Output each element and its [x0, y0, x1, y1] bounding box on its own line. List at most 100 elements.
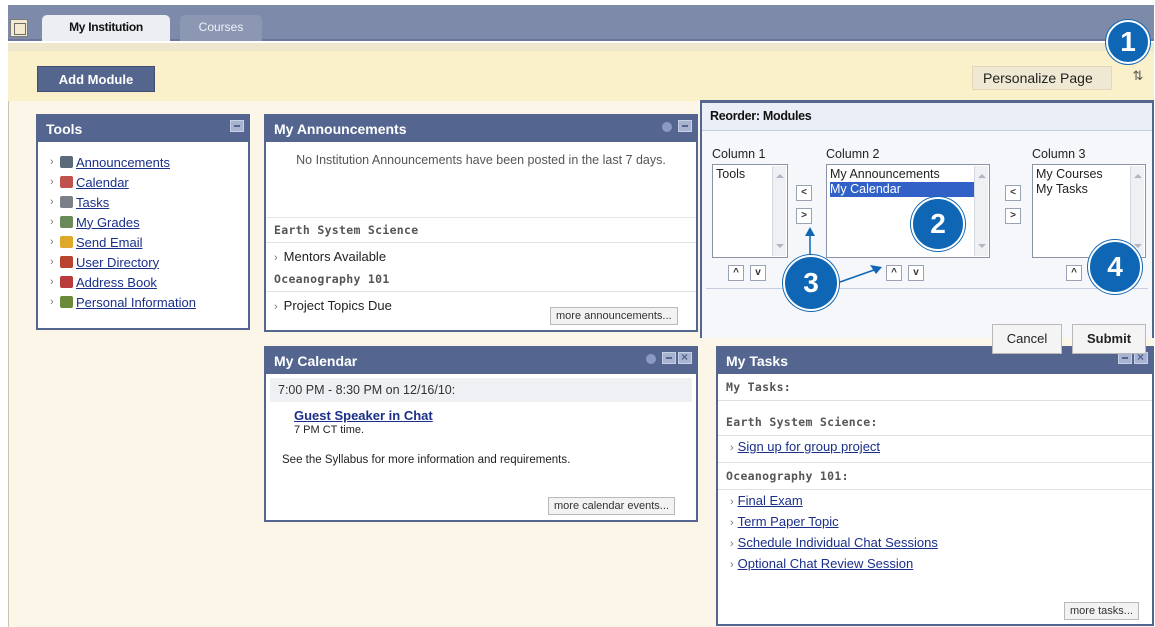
task-item[interactable]: › Term Paper Topic: [718, 511, 1152, 532]
page-top-strip: [8, 43, 1154, 51]
top-tab-bar: My Institution Courses: [8, 5, 1154, 41]
chevron-right-icon: ›: [730, 538, 734, 550]
module-title: My Tasks: [726, 353, 788, 369]
no-announcements-text: No Institution Announcements have been p…: [266, 142, 696, 218]
move-right-button[interactable]: >: [1005, 208, 1021, 224]
tools-item-link[interactable]: Send Email: [76, 235, 142, 250]
chevron-right-icon: ›: [274, 301, 278, 313]
column-2-label: Column 2: [826, 147, 880, 161]
scrollbar[interactable]: [974, 166, 988, 256]
move-left-button[interactable]: <: [1005, 185, 1021, 201]
announcement-item-label: Mentors Available: [283, 249, 387, 264]
scrollbar[interactable]: [1130, 166, 1144, 256]
announcement-item[interactable]: › Mentors Available: [266, 243, 696, 267]
move-up-button[interactable]: ^: [1066, 265, 1082, 281]
more-announcements-button[interactable]: more announcements...: [550, 307, 678, 325]
tools-item-link[interactable]: Announcements: [76, 155, 170, 170]
tools-item[interactable]: › My Grades: [50, 212, 248, 232]
chevron-right-icon: ›: [730, 496, 734, 508]
minimize-icon[interactable]: [662, 352, 676, 364]
move-left-button[interactable]: <: [796, 185, 812, 201]
column-3-item[interactable]: My Tasks: [1036, 182, 1142, 197]
course-heading: Earth System Science: [266, 218, 696, 243]
task-item[interactable]: › Final Exam: [718, 490, 1152, 511]
tab-courses[interactable]: Courses: [180, 15, 262, 41]
gear-icon[interactable]: [662, 122, 672, 132]
chevron-right-icon: ›: [50, 276, 54, 288]
move-up-button[interactable]: ^: [728, 265, 744, 281]
tools-item-link[interactable]: Tasks: [76, 195, 109, 210]
column-1-list[interactable]: Tools: [712, 164, 788, 258]
chevron-right-icon: ›: [50, 216, 54, 228]
tools-item[interactable]: › Send Email: [50, 232, 248, 252]
tools-item[interactable]: › Announcements: [50, 152, 248, 172]
my-calendar-module: My Calendar 7:00 PM - 8:30 PM on 12/16/1…: [264, 346, 698, 522]
more-tasks-button[interactable]: more tasks...: [1064, 602, 1139, 620]
event-date: 7:00 PM - 8:30 PM on 12/16/10:: [270, 378, 692, 402]
minimize-icon[interactable]: [230, 120, 244, 132]
column-2-list[interactable]: My Announcements My Calendar: [826, 164, 990, 258]
tools-item[interactable]: › Personal Information: [50, 292, 248, 312]
event-title-link[interactable]: Guest Speaker in Chat: [266, 402, 696, 423]
cancel-button[interactable]: Cancel: [992, 324, 1062, 354]
chevron-right-icon: ›: [274, 252, 278, 264]
callout-number-3: 3: [783, 255, 839, 311]
reorder-modules-icon[interactable]: ⇅: [1128, 68, 1148, 88]
calendar-icon: [60, 176, 73, 188]
chevron-right-icon: ›: [50, 176, 54, 188]
move-up-button[interactable]: ^: [886, 265, 902, 281]
chevron-right-icon: ›: [50, 236, 54, 248]
my-announcements-module: My Announcements No Institution Announce…: [264, 114, 698, 332]
task-link[interactable]: Final Exam: [738, 493, 803, 508]
task-item[interactable]: › Optional Chat Review Session: [718, 553, 1152, 574]
personalize-page-button[interactable]: Personalize Page: [972, 66, 1112, 90]
module-title: My Announcements: [274, 121, 407, 137]
task-link[interactable]: Term Paper Topic: [738, 514, 839, 529]
task-item[interactable]: › Schedule Individual Chat Sessions: [718, 532, 1152, 553]
tools-item-link[interactable]: User Directory: [76, 255, 159, 270]
tools-item[interactable]: › Tasks: [50, 192, 248, 212]
column-1-label: Column 1: [712, 147, 766, 161]
course-heading: Oceanography 101:: [718, 463, 1152, 490]
divider: [706, 288, 1148, 289]
more-calendar-events-button[interactable]: more calendar events...: [548, 497, 675, 515]
move-down-button[interactable]: v: [750, 265, 766, 281]
page-layout-icon[interactable]: [10, 19, 28, 37]
column-3-item[interactable]: My Courses: [1036, 167, 1142, 182]
column-2-item-selected[interactable]: My Calendar: [830, 182, 986, 197]
tools-list: › Announcements › Calendar › Tasks › My Grades ›…: [38, 142, 248, 312]
event-description: 7 PM CT time.: [294, 424, 365, 436]
submit-button[interactable]: Submit: [1072, 324, 1146, 354]
task-link[interactable]: Schedule Individual Chat Sessions: [738, 535, 938, 550]
tasks-section-label: My Tasks:: [718, 374, 1152, 401]
task-item[interactable]: › Sign up for group project: [718, 436, 1152, 457]
tools-item[interactable]: › Calendar: [50, 172, 248, 192]
column-3-label: Column 3: [1032, 147, 1086, 161]
scrollbar[interactable]: [772, 166, 786, 256]
event-note: See the Syllabus for more information an…: [282, 454, 571, 466]
column-2-item[interactable]: My Announcements: [830, 167, 986, 182]
grades-icon: [60, 216, 73, 228]
course-heading: Oceanography 101: [266, 267, 696, 292]
task-link[interactable]: Optional Chat Review Session: [738, 556, 914, 571]
callout-number-2: 2: [911, 197, 965, 251]
chevron-right-icon: ›: [50, 256, 54, 268]
megaphone-icon: [60, 156, 73, 168]
chevron-right-icon: ›: [730, 517, 734, 529]
add-module-button[interactable]: Add Module: [37, 66, 155, 92]
close-icon[interactable]: [678, 350, 692, 364]
move-right-button[interactable]: >: [796, 208, 812, 224]
gear-icon[interactable]: [646, 354, 656, 364]
tools-item-link[interactable]: My Grades: [76, 215, 140, 230]
minimize-icon[interactable]: [678, 120, 692, 132]
tools-item[interactable]: › Address Book: [50, 272, 248, 292]
tools-item-link[interactable]: Personal Information: [76, 295, 196, 310]
tab-my-institution[interactable]: My Institution: [42, 15, 170, 41]
module-title: My Calendar: [274, 353, 358, 369]
move-down-button[interactable]: v: [908, 265, 924, 281]
callout-number-4: 4: [1088, 240, 1142, 294]
tools-item[interactable]: › User Directory: [50, 252, 248, 272]
tools-item-link[interactable]: Calendar: [76, 175, 129, 190]
task-link[interactable]: Sign up for group project: [738, 439, 880, 454]
tools-item-link[interactable]: Address Book: [76, 275, 157, 290]
